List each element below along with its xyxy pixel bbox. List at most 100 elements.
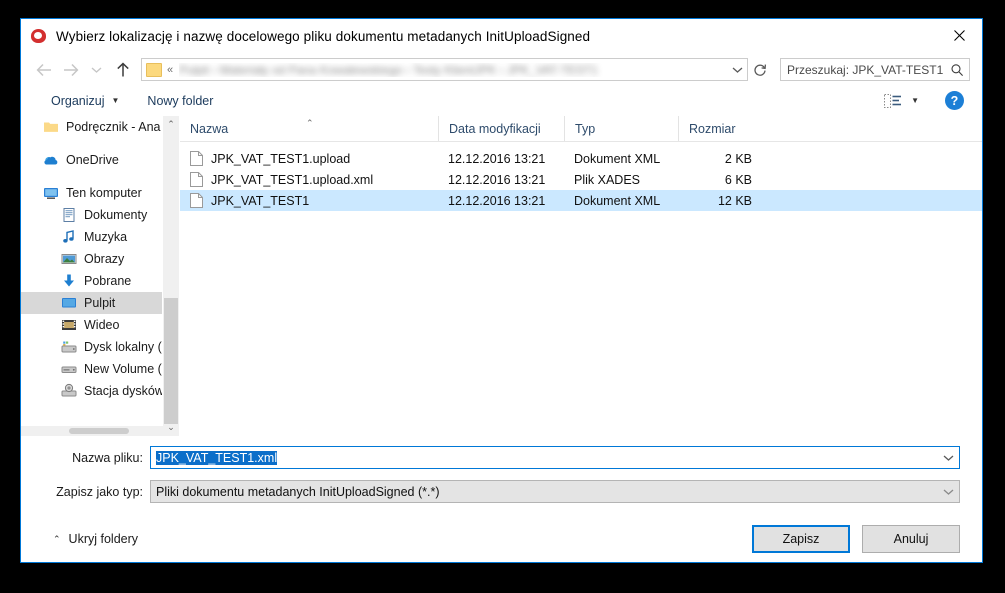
sidebar-item-dokumenty[interactable]: Dokumenty xyxy=(21,204,163,226)
scroll-up-button[interactable]: ⌃ xyxy=(163,116,179,133)
chevron-down-icon xyxy=(91,66,101,73)
search-box[interactable]: Przeszukaj: JPK_VAT-TEST1 xyxy=(780,58,970,81)
table-row[interactable]: JPK_VAT_TEST1.upload 12.12.2016 13:21 Doku… xyxy=(180,148,982,169)
filename-row: Nazwa pliku: JPK_VAT_TEST1.xml xyxy=(21,445,982,470)
dialog-title: Wybierz lokalizację i nazwę docelowego p… xyxy=(56,28,591,44)
sidebar-item-label: Wideo xyxy=(84,318,120,332)
new-folder-label: Nowy folder xyxy=(147,93,214,108)
breadcrumb-path-text: Pulpit › Materiały od Pana Kowalewskiego… xyxy=(179,62,598,77)
sidebar-item-wideo[interactable]: Wideo xyxy=(21,314,163,336)
file-name: JPK_VAT_TEST1 xyxy=(211,193,310,208)
close-button[interactable] xyxy=(936,19,982,51)
back-button[interactable] xyxy=(31,57,57,83)
toolbar: Organizuj ▼ Nowy folder ▼ ? xyxy=(21,86,982,115)
cancel-button[interactable]: Anuluj xyxy=(862,525,960,553)
filename-label: Nazwa pliku: xyxy=(72,450,143,465)
column-header-type[interactable]: Typ xyxy=(564,116,678,142)
search-icon[interactable] xyxy=(945,63,969,77)
file-list-pane: Nazwa ⌃ Data modyfikacji Typ Rozmiar JPK… xyxy=(180,116,982,436)
chevron-down-icon xyxy=(943,455,953,461)
view-list-icon xyxy=(884,93,902,108)
up-button[interactable] xyxy=(109,57,137,83)
hide-folders-button[interactable]: ⌃ Ukryj foldery xyxy=(53,532,138,546)
new-folder-button[interactable]: Nowy folder xyxy=(147,94,213,108)
sidebar-item-pobrane[interactable]: Pobrane xyxy=(21,270,163,292)
sidebar-item-dysk-lokalny-c[interactable]: Dysk lokalny (C:) xyxy=(21,336,163,358)
sidebar-horizontal-scrollbar[interactable] xyxy=(21,426,163,436)
column-header-size[interactable]: Rozmiar xyxy=(678,116,764,142)
table-row[interactable]: JPK_VAT_TEST1.upload.xml 12.12.2016 13:21… xyxy=(180,169,982,190)
filetype-dropdown-button[interactable] xyxy=(937,488,959,496)
change-view-button[interactable]: ▼ xyxy=(884,93,919,108)
sidebar-item-label: New Volume (D: xyxy=(84,362,163,376)
filename-combobox[interactable]: JPK_VAT_TEST1.xml xyxy=(150,446,960,469)
filename-input[interactable]: JPK_VAT_TEST1.xml xyxy=(151,450,937,465)
chevron-up-icon: ⌃ xyxy=(53,533,61,544)
sidebar-item-obrazy[interactable]: Obrazy xyxy=(21,248,163,270)
sidebar-item-stacja-dysk-w-d[interactable]: Stacja dysków D xyxy=(21,380,163,402)
file-type-cell: Dokument XML xyxy=(574,151,661,166)
file-rows: JPK_VAT_TEST1.upload 12.12.2016 13:21 Doku… xyxy=(180,142,982,436)
sidebar-item-podr-cznik-ana[interactable]: Podręcznik - Ana xyxy=(21,116,163,138)
optical-drive-icon xyxy=(61,383,77,399)
address-dropdown-button[interactable] xyxy=(727,66,747,74)
sidebar-item-ten-komputer[interactable]: Ten komputer xyxy=(21,182,163,204)
navigation-pane: Podręcznik - Ana OneDrive Ten komputer Doku… xyxy=(21,116,180,436)
sidebar-item-new-volume-d[interactable]: New Volume (D: xyxy=(21,358,163,380)
sidebar-item-label: Pobrane xyxy=(84,274,132,288)
navigation-tree: Podręcznik - Ana OneDrive Ten komputer Doku… xyxy=(21,116,163,426)
arrow-left-icon xyxy=(36,63,51,76)
file-type-cell: Plik XADES xyxy=(574,172,640,187)
help-button[interactable]: ? xyxy=(945,91,964,110)
forward-button[interactable] xyxy=(57,57,83,83)
recent-locations-button[interactable] xyxy=(83,57,109,83)
file-icon xyxy=(190,193,203,208)
column-header-date[interactable]: Data modyfikacji xyxy=(438,116,564,142)
refresh-button[interactable] xyxy=(748,63,772,77)
chevron-down-icon: ▼ xyxy=(111,95,120,105)
file-date-cell: 12.12.2016 13:21 xyxy=(448,193,546,208)
save-button[interactable]: Zapisz xyxy=(752,525,850,553)
filename-value: JPK_VAT_TEST1.xml xyxy=(156,450,278,465)
address-bar[interactable]: « Pulpit › Materiały od Pana Kowalewskie… xyxy=(141,58,748,81)
arrow-right-icon xyxy=(63,63,78,76)
dialog-buttons: ⌃ Ukryj foldery Zapisz Anuluj xyxy=(21,516,982,562)
file-name-cell: JPK_VAT_TEST1.upload.xml xyxy=(180,172,438,187)
arrow-up-icon xyxy=(117,62,129,76)
file-type-cell: Dokument XML xyxy=(574,193,661,208)
sidebar-item-muzyka[interactable]: Muzyka xyxy=(21,226,163,248)
column-header-name[interactable]: Nazwa ⌃ xyxy=(180,116,438,142)
sidebar-item-onedrive[interactable]: OneDrive xyxy=(21,149,163,171)
organize-button[interactable]: Organizuj ▼ xyxy=(51,94,119,108)
filetype-combobox[interactable]: Pliki dokumentu metadanych InitUploadSig… xyxy=(150,480,960,503)
refresh-icon xyxy=(754,64,767,76)
sidebar-item-label: Stacja dysków D xyxy=(84,384,163,398)
chevron-down-icon xyxy=(732,67,742,73)
scrollbar-thumb[interactable] xyxy=(164,298,178,424)
breadcrumb[interactable]: Pulpit › Materiały od Pana Kowalewskiego… xyxy=(179,63,727,77)
title-bar: Wybierz lokalizację i nazwę docelowego p… xyxy=(21,19,982,53)
search-input[interactable]: Przeszukaj: JPK_VAT-TEST1 xyxy=(781,63,945,77)
desktop-icon xyxy=(61,295,77,311)
documents-icon xyxy=(61,207,77,223)
organize-label: Organizuj xyxy=(51,93,105,108)
dialog-body: Podręcznik - Ana OneDrive Ten komputer Doku… xyxy=(21,115,982,436)
column-label: Typ xyxy=(575,122,596,136)
sidebar-vertical-scrollbar[interactable]: ⌃ ⌄ xyxy=(162,116,179,436)
breadcrumb-overflow[interactable]: « xyxy=(167,64,173,76)
sidebar-item-pulpit[interactable]: Pulpit xyxy=(21,292,163,314)
file-name: JPK_VAT_TEST1.upload xyxy=(211,151,351,166)
filename-dropdown-button[interactable] xyxy=(937,454,959,462)
downloads-icon xyxy=(61,273,77,289)
navigation-bar: « Pulpit › Materiały od Pana Kowalewskie… xyxy=(21,53,982,86)
table-row[interactable]: JPK_VAT_TEST1 12.12.2016 13:21 Dokument XM… xyxy=(180,190,982,211)
column-label: Data modyfikacji xyxy=(449,122,541,136)
file-size-cell: 12 KB xyxy=(717,193,752,208)
scroll-down-button[interactable]: ⌄ xyxy=(163,419,179,436)
file-name-cell: JPK_VAT_TEST1.upload xyxy=(180,151,438,166)
save-file-dialog: Wybierz lokalizację i nazwę docelowego p… xyxy=(20,18,983,563)
scrollbar-thumb[interactable] xyxy=(69,428,129,434)
video-icon xyxy=(61,317,77,333)
